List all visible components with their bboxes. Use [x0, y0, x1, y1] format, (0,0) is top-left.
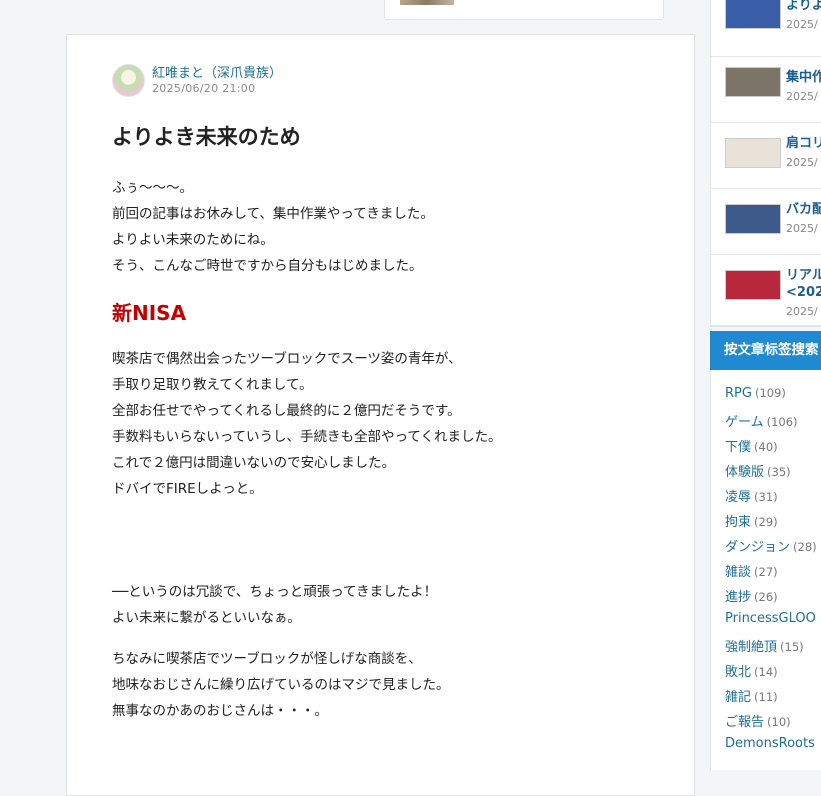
tag-name[interactable]: 拘束	[725, 515, 751, 530]
tag-count: (35)	[767, 465, 791, 479]
text-line: 手数料もいらないっていうし、手続きも全部やってくれました。	[112, 429, 502, 445]
outro-paragraph: ──というのは冗談で、ちょっと頑張ってきましたよ！ よい未来に繋がるといいなぁ。	[112, 579, 437, 631]
tag-name[interactable]: ご報告	[725, 715, 764, 730]
tag-link[interactable]: 下僕 (40)	[725, 436, 778, 455]
recent-posts-list: よりよ 2025/ 集中作 2025/ 肩コリ 2025/ バカ配 2025/ …	[710, 0, 821, 327]
intro-paragraph: ふぅ～～～。 前回の記事はお休みして、集中作業やってきました。 よりよい未来のた…	[112, 175, 434, 279]
recent-post-thumbnail[interactable]	[725, 0, 781, 29]
text-line: 手取り足取り教えてくれまして。	[112, 377, 313, 393]
tag-name[interactable]: PrincessGLOO	[725, 611, 816, 626]
section-heading: 新NISA	[112, 301, 187, 325]
tag-name[interactable]: 凌辱	[725, 490, 751, 505]
author-avatar[interactable]	[112, 64, 145, 97]
tag-link[interactable]: 進捗 (26)	[725, 586, 778, 605]
recent-post-date: 2025/	[786, 18, 818, 31]
recent-post-date: 2025/	[786, 305, 818, 318]
recent-post-item[interactable]: バカ配 2025/	[711, 189, 821, 255]
recent-post-item[interactable]: リアル <202 2025/	[711, 255, 821, 326]
tag-name[interactable]: 敗北	[725, 665, 751, 680]
post-title: よりよき未来のため	[112, 125, 301, 149]
text-line: これで２億円は間違いないので安心しました。	[112, 455, 396, 471]
recent-post-thumbnail[interactable]	[725, 204, 781, 234]
recent-post-item[interactable]: 肩コリ 2025/	[711, 123, 821, 189]
tag-link[interactable]: ご報告 (10)	[725, 711, 791, 730]
tag-count: (14)	[754, 665, 778, 679]
tag-count: (29)	[754, 515, 778, 529]
recent-post-item[interactable]: よりよ 2025/	[711, 0, 821, 57]
body-paragraph: 喫茶店で偶然出会ったツーブロックでスーツ姿の青年が、 手取り足取り教えてくれまし…	[112, 346, 501, 502]
author-name-link[interactable]: 紅唯まと（深爪貴族）	[152, 62, 282, 81]
tag-name[interactable]: RPG	[725, 386, 752, 401]
recent-post-date: 2025/	[786, 156, 818, 169]
recent-post-title[interactable]: 集中作	[786, 69, 821, 86]
previous-post-card[interactable]	[384, 0, 664, 20]
recent-post-title[interactable]: リアル <202	[786, 267, 821, 301]
tag-name[interactable]: 雑談	[725, 565, 751, 580]
tag-link[interactable]: ダンジョン (28)	[725, 536, 817, 555]
tag-name[interactable]: ゲーム	[725, 415, 764, 430]
text-line: 地味なおじさんに繰り広げているのはマジで見ました。	[112, 677, 450, 693]
tag-link[interactable]: PrincessGLOO	[725, 611, 819, 626]
tag-count: (10)	[767, 715, 791, 729]
recent-post-title[interactable]: バカ配	[786, 201, 821, 218]
recent-post-date: 2025/	[786, 90, 818, 103]
text-line: 無事なのかあのおじさんは・・・。	[112, 703, 328, 719]
recent-post-item[interactable]: 集中作 2025/	[711, 57, 821, 123]
text-line: ──というのは冗談で、ちょっと頑張ってきましたよ！	[112, 584, 438, 600]
post-date: 2025/06/20 21:00	[152, 82, 256, 95]
text-line: 喫茶店で偶然出会ったツーブロックでスーツ姿の青年が、	[112, 351, 462, 367]
tag-link[interactable]: RPG (109)	[725, 386, 786, 401]
tag-search-header: 按文章标签搜索	[710, 331, 821, 370]
tag-count: (31)	[754, 490, 778, 504]
tag-link[interactable]: DemonsRoots	[725, 736, 818, 751]
recent-post-thumbnail[interactable]	[725, 138, 781, 168]
tag-link[interactable]: 体験版 (35)	[725, 461, 791, 480]
tag-name[interactable]: 進捗	[725, 590, 751, 605]
recent-post-title[interactable]: 肩コリ	[786, 135, 821, 152]
text-line: 全部お任せでやってくれるし最終的に２億円だそうです。	[112, 403, 461, 419]
tag-link[interactable]: 敗北 (14)	[725, 661, 778, 680]
recent-post-title-line: <202	[786, 285, 821, 300]
text-line: ドバイでFIREしよっと。	[112, 481, 263, 497]
tag-count: (109)	[754, 386, 786, 400]
tag-link[interactable]: 凌辱 (31)	[725, 486, 778, 505]
recent-post-thumbnail[interactable]	[725, 270, 781, 300]
tag-name[interactable]: 下僕	[725, 440, 751, 455]
text-line: よりよい未来のためにね。	[112, 232, 274, 248]
tag-name[interactable]: 雑記	[725, 690, 751, 705]
text-line: 前回の記事はお休みして、集中作業やってきました。	[112, 206, 434, 222]
tag-count: (27)	[754, 565, 778, 579]
recent-post-title-line: リアル	[786, 268, 821, 283]
recent-post-thumbnail[interactable]	[725, 67, 781, 97]
article-card: 紅唯まと（深爪貴族） 2025/06/20 21:00 よりよき未来のため ふぅ…	[66, 34, 695, 796]
tag-link[interactable]: 拘束 (29)	[725, 511, 778, 530]
tag-link[interactable]: 雑談 (27)	[725, 561, 778, 580]
tag-link[interactable]: ゲーム (106)	[725, 411, 798, 430]
text-line: ふぅ～～～。	[112, 180, 193, 196]
text-line: そう、こんなご時世ですから自分もはじめました。	[112, 258, 423, 274]
tag-link[interactable]: 雑記 (11)	[725, 686, 778, 705]
tag-link[interactable]: 強制絶頂 (15)	[725, 636, 804, 655]
tag-name[interactable]: 強制絶頂	[725, 640, 777, 655]
tag-count: (26)	[754, 590, 778, 604]
text-line: よい未来に繋がるといいなぁ。	[112, 610, 301, 626]
postscript-paragraph: ちなみに喫茶店でツーブロックが怪しげな商談を、 地味なおじさんに繰り広げているの…	[112, 646, 450, 724]
tag-count: (28)	[793, 540, 817, 554]
tag-name[interactable]: 体験版	[725, 465, 764, 480]
tag-name[interactable]: ダンジョン	[725, 540, 790, 555]
tag-name[interactable]: DemonsRoots	[725, 736, 815, 751]
text-line: ちなみに喫茶店でツーブロックが怪しげな商談を、	[112, 651, 422, 667]
tag-count: (106)	[766, 415, 798, 429]
previous-post-thumbnail[interactable]	[400, 0, 454, 5]
recent-post-title[interactable]: よりよ	[786, 0, 821, 14]
tag-count: (40)	[754, 440, 778, 454]
tag-list: RPG (109) ゲーム (106) 下僕 (40) 体験版 (35) 凌辱 (31) …	[710, 370, 821, 770]
tag-count: (11)	[754, 690, 778, 704]
tag-count: (15)	[780, 640, 804, 654]
recent-post-date: 2025/	[786, 222, 818, 235]
